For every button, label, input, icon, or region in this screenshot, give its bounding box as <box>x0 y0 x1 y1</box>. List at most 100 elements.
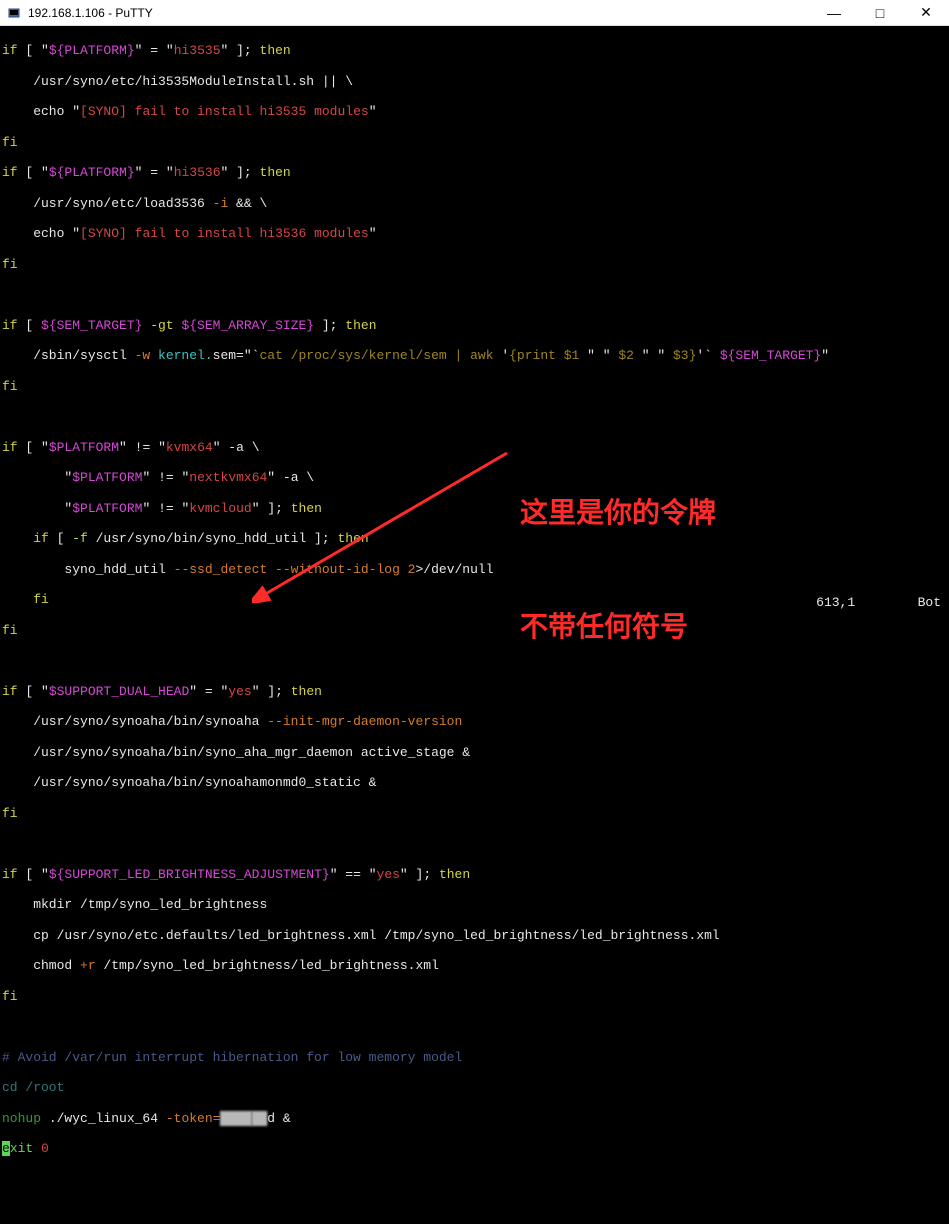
redacted-token: 6███ <box>220 1111 251 1126</box>
code-string: kvmcloud <box>189 501 251 516</box>
code-quote: " <box>135 165 151 180</box>
code-string: yes <box>377 867 400 882</box>
keyword-fi: fi <box>2 135 18 150</box>
keyword-if: if <box>2 867 18 882</box>
code-quote: ' <box>501 348 509 363</box>
code-quote: " <box>158 440 166 455</box>
keyword-then: then <box>439 867 470 882</box>
keyword-if: if <box>2 165 18 180</box>
code-variable: ${SEM_TARGET} <box>720 348 821 363</box>
code-quote: " <box>369 867 377 882</box>
code-line: && \ <box>236 196 267 211</box>
keyword-fi: fi <box>2 379 18 394</box>
code-line: /usr/syno/bin/syno_hdd_util ]; <box>96 531 338 546</box>
code-bracket: ]; <box>314 318 345 333</box>
code-bracket: [ <box>18 165 41 180</box>
code-string: kvmx64 <box>166 440 213 455</box>
code-bracket: [ <box>18 318 41 333</box>
code-line: cp /usr/syno/etc.defaults/led_brightness… <box>2 928 720 943</box>
code-variable: $SUPPORT_DUAL_HEAD <box>49 684 189 699</box>
code-cmd: xit <box>10 1141 41 1156</box>
code-comment: # Avoid /var/run interrupt hibernation f… <box>2 1050 462 1065</box>
code-flag: +r <box>80 958 103 973</box>
close-button[interactable]: ✕ <box>903 0 949 26</box>
statusbar: 613,1 Bot <box>801 580 941 610</box>
code-op: != <box>158 501 181 516</box>
code-quote: " <box>221 43 237 58</box>
code-string: [SYNO] fail to install hi3536 modules <box>80 226 369 241</box>
code-bracket: [ <box>18 440 41 455</box>
code-string: yes <box>228 684 251 699</box>
code-quote: ` <box>704 348 720 363</box>
code-quote: " <box>41 867 49 882</box>
code-line: /sbin/sysctl <box>2 348 135 363</box>
code-flag: -w <box>135 348 158 363</box>
keyword-fi: fi <box>2 592 49 607</box>
code-quote: "` <box>244 348 260 363</box>
code-line: ./wyc_linux_64 <box>49 1111 166 1126</box>
status-location: Bot <box>918 595 941 610</box>
code-subshell: cat /proc/sys/kernel/sem | awk <box>259 348 501 363</box>
code-ident: kernel. <box>158 348 213 363</box>
code-quote: " <box>72 104 80 119</box>
code-quote: " <box>142 501 158 516</box>
code-quote: " <box>330 867 346 882</box>
code-quote: " <box>41 440 49 455</box>
code-bracket: ]; <box>236 43 259 58</box>
code-line: /usr/syno/synoaha/bin/synoahamonmd0_stat… <box>2 775 376 790</box>
keyword-if: if <box>2 531 49 546</box>
code-awk: {print $1 <box>509 348 587 363</box>
code-quote: " <box>252 684 268 699</box>
code-bracket: ]; <box>267 501 290 516</box>
keyword-fi: fi <box>2 989 18 1004</box>
code-variable: ${SUPPORT_LED_BRIGHTNESS_ADJUSTMENT} <box>49 867 330 882</box>
code-line: -a \ <box>283 470 314 485</box>
keyword-fi: fi <box>2 806 18 821</box>
code-bracket: ]; <box>267 684 290 699</box>
code-cmd: nohup <box>2 1111 49 1126</box>
code-awk: $3} <box>665 348 696 363</box>
code-string: nextkvmx64 <box>189 470 267 485</box>
code-flag: --init-mgr-daemon-version <box>267 714 462 729</box>
code-quote: " <box>400 867 416 882</box>
redacted-token: ██ <box>252 1111 268 1126</box>
keyword-then: then <box>345 318 376 333</box>
code-bracket: [ <box>18 867 41 882</box>
status-position: 613,1 <box>816 595 855 610</box>
code-quote: " <box>41 43 49 58</box>
code-line: sem= <box>213 348 244 363</box>
code-op: = <box>205 684 221 699</box>
code-string: [SYNO] fail to install hi3535 modules <box>80 104 369 119</box>
code-quote: " <box>142 470 158 485</box>
code-string: hi3536 <box>174 165 221 180</box>
code-variable: ${SEM_ARRAY_SIZE} <box>181 318 314 333</box>
keyword-then: then <box>260 43 291 58</box>
code-variable: $PLATFORM <box>72 470 142 485</box>
code-line: /tmp/syno_led_brightness/led_brightness.… <box>103 958 438 973</box>
minimize-button[interactable]: — <box>811 0 857 26</box>
keyword-then: then <box>291 501 322 516</box>
code-quote: " <box>267 470 283 485</box>
code-quote: " <box>166 43 174 58</box>
code-line: /usr/syno/synoaha/bin/synoaha <box>2 714 267 729</box>
keyword-if: if <box>2 684 18 699</box>
terminal-content[interactable]: if [ "${PLATFORM}" = "hi3535" ]; then /u… <box>0 26 949 612</box>
annotation-text: 这里是你的令牌 不带任何符号 <box>520 418 716 684</box>
maximize-button[interactable]: □ <box>857 0 903 26</box>
code-line: mkdir /tmp/syno_led_brightness <box>2 897 267 912</box>
code-quote: " <box>213 440 229 455</box>
code-flag: -token= <box>166 1111 221 1126</box>
code-quote: " <box>369 226 377 241</box>
code-indent <box>2 501 64 516</box>
code-line: /usr/syno/etc/hi3535ModuleInstall.sh || … <box>2 74 353 89</box>
code-line: chmod <box>2 958 80 973</box>
code-cmd: echo <box>2 226 72 241</box>
putty-icon <box>6 5 22 21</box>
titlebar[interactable]: 192.168.1.106 - PuTTY — □ ✕ <box>0 0 949 26</box>
keyword-then: then <box>260 165 291 180</box>
code-flag: -i <box>213 196 236 211</box>
code-quote: " <box>821 348 829 363</box>
code-line: syno_hdd_util <box>2 562 174 577</box>
code-quote: " <box>135 43 151 58</box>
keyword-fi: fi <box>2 623 18 638</box>
